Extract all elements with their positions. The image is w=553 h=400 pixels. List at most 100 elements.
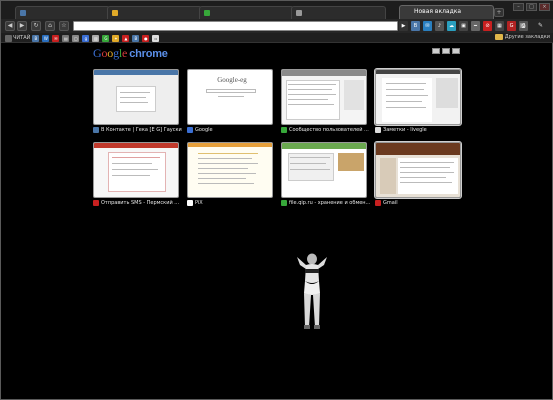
minimize-button[interactable]: – [513, 3, 524, 11]
tab-new-tab[interactable]: Новая вкладка [399, 5, 494, 19]
page-menu-icon[interactable]: ▤ [518, 21, 528, 31]
address-input[interactable] [74, 22, 397, 30]
mail-extension-icon[interactable]: ✉ [423, 21, 432, 31]
thumbnail-fileqip[interactable] [281, 142, 367, 198]
thumbnail-title[interactable]: В Контакте | Гека [Е G] Гауски [93, 126, 183, 134]
thumbnail-title-text: Сообщество пользователей ... [289, 127, 369, 133]
screen-extension-icon[interactable]: ▣ [459, 21, 468, 31]
triangle-icon: ▲ [122, 34, 130, 42]
thumbnail-title-text: Google [195, 127, 213, 133]
other-bookmarks[interactable]: Другие закладки [494, 34, 550, 40]
extension-bar: ▶ В ✉ ♪ ☁ ▣ ━ ⊘ ▦ G ⎙ [399, 21, 528, 31]
thumbnail-title-text: file.qip.ru - хранение и обмен... [289, 200, 371, 206]
thumbnail-title[interactable]: Google [187, 126, 277, 134]
mail-icon: ✉ [52, 34, 60, 42]
google-chrome-logo: Google chrome [93, 46, 168, 61]
bookmark-item[interactable]: W [42, 34, 50, 42]
thumbnail-title[interactable]: file.qip.ru - хранение и обмен... [281, 199, 371, 207]
star-icon: ✦ [112, 34, 120, 42]
thumbnail-livegle[interactable] [374, 68, 462, 126]
wrench-icon[interactable]: ✎ [536, 21, 545, 31]
vk-extension-icon[interactable]: В [411, 21, 420, 31]
logo-letter: e [122, 46, 128, 60]
block-extension-icon[interactable]: ⊘ [483, 21, 492, 31]
doc-icon: ▥ [92, 34, 100, 42]
close-button[interactable]: × [539, 3, 550, 11]
wiki-icon: W [42, 34, 50, 42]
page-icon [5, 34, 12, 42]
vk-icon [93, 127, 99, 133]
thumbnail-title-text: Заметки - livegle [383, 127, 427, 133]
thumbnail-title[interactable]: PiX [187, 199, 277, 207]
bookmark-list: ЧИТАЙ В W ✉ ▤ ▢ g ▥ G ✦ ▲ В ● ▫ [5, 34, 160, 42]
bookmark-item[interactable]: G [102, 34, 110, 42]
tab-4[interactable] [291, 6, 386, 19]
gmail-extension-icon[interactable]: G [507, 21, 516, 31]
gmail-icon [375, 200, 381, 206]
go-button[interactable]: ▶ [399, 21, 408, 31]
bookmark-item[interactable]: ▤ [62, 34, 70, 42]
bookmark-item[interactable]: ✦ [112, 34, 120, 42]
back-button[interactable]: ◀ [5, 21, 15, 31]
bookmark-item[interactable]: ▲ [122, 34, 130, 42]
google-icon [187, 127, 193, 133]
grid-extension-icon[interactable]: ▦ [495, 21, 504, 31]
bookmark-item[interactable]: ▫ [152, 34, 160, 42]
tab-3[interactable] [199, 6, 294, 19]
bar-extension-icon[interactable]: ━ [471, 21, 480, 31]
thumbnail-google-text: Google-eg [217, 76, 247, 84]
star-icon[interactable]: ☆ [59, 21, 69, 31]
community-icon [281, 127, 287, 133]
thumbnail-title[interactable]: Gmail [375, 199, 465, 207]
google-icon: g [82, 34, 90, 42]
tab-favicon [20, 10, 26, 16]
other-bookmarks-label: Другие закладки [504, 34, 550, 40]
thumbnail-view-toggle[interactable] [432, 48, 440, 54]
tab-favicon [112, 10, 118, 16]
thumbnail-community[interactable] [281, 69, 367, 125]
bookmark-item[interactable]: ▢ [72, 34, 80, 42]
bookmark-item[interactable]: ЧИТАЙ [5, 34, 30, 42]
list-view-toggle[interactable] [442, 48, 450, 54]
page-icon: ▢ [72, 34, 80, 42]
bookmark-item[interactable]: ✉ [52, 34, 60, 42]
thumbnail-sms[interactable] [93, 142, 179, 198]
bookmark-label: ЧИТАЙ [13, 35, 31, 41]
home-button[interactable]: ⌂ [45, 21, 55, 31]
blank-page-icon: ▫ [152, 34, 160, 42]
toolbar: ◀ ▶ ↻ ⌂ ☆ ▶ В ✉ ♪ ☁ ▣ ━ ⊘ ▦ G ⎙ ▤ ✎ [1, 19, 553, 33]
thumbnail-title[interactable]: Сообщество пользователей ... [281, 126, 371, 134]
thumbnail-title[interactable]: Отправить SMS - Пермский ... [93, 199, 183, 207]
thumbnail-title-text: В Контакте | Гека [Е G] Гауски [101, 127, 182, 133]
bookmark-item[interactable]: g [82, 34, 90, 42]
vk-icon: В [32, 34, 40, 42]
g-icon: G [102, 34, 110, 42]
thumbnail-gmail[interactable] [374, 141, 462, 199]
omnibox[interactable] [73, 21, 398, 31]
music-extension-icon[interactable]: ♪ [435, 21, 444, 31]
thumbnail-title[interactable]: Заметки - livegle [375, 126, 465, 134]
dot-icon: ● [142, 34, 150, 42]
tab-2[interactable] [107, 6, 202, 19]
fileqip-icon [281, 200, 287, 206]
bookmark-item[interactable]: В [32, 34, 40, 42]
maximize-button[interactable]: □ [526, 3, 537, 11]
tab-favicon [204, 10, 210, 16]
bookmark-item[interactable]: ● [142, 34, 150, 42]
tab-1[interactable] [15, 6, 110, 19]
window-controls: – □ × [513, 3, 550, 11]
options-toggle[interactable] [452, 48, 460, 54]
thumbnail-title-text: Отправить SMS - Пермский ... [101, 200, 180, 206]
sms-icon [93, 200, 99, 206]
new-tab-button[interactable]: + [494, 8, 504, 17]
weather-extension-icon[interactable]: ☁ [447, 21, 456, 31]
reload-button[interactable]: ↻ [31, 21, 41, 31]
folder-icon [494, 34, 503, 40]
thumbnail-google[interactable]: Google-eg [187, 69, 273, 125]
bookmark-item[interactable]: ▥ [92, 34, 100, 42]
thumbnail-vkontakte[interactable] [93, 69, 179, 125]
thumbnail-pix[interactable] [187, 142, 273, 198]
bookmark-item[interactable]: В [132, 34, 140, 42]
tab-strip: Новая вкладка + – □ × [1, 1, 553, 19]
forward-button[interactable]: ▶ [17, 21, 27, 31]
